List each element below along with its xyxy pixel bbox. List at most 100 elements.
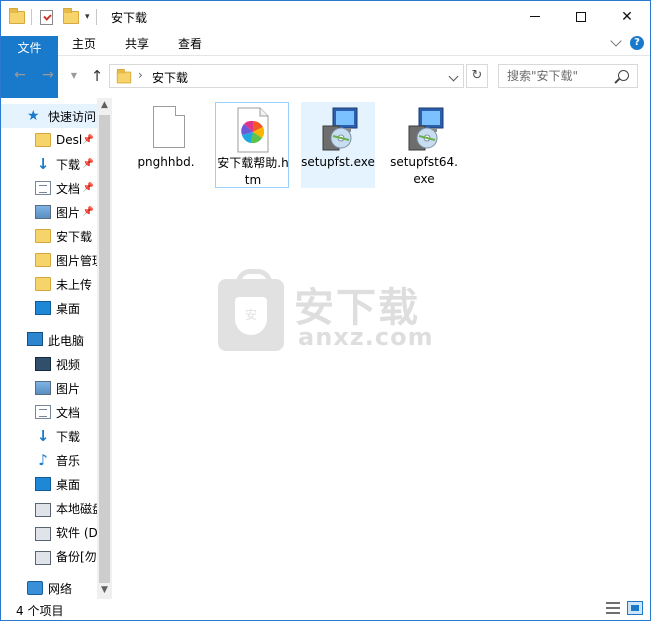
large-icons-view-icon[interactable] [627,601,643,615]
nav-item-desktop[interactable]: 桌面 [1,296,97,320]
nav-label: 桌面 [56,301,81,316]
drive-icon [35,551,51,565]
installer-icon [319,106,358,152]
nav-item-anxz[interactable]: 安下载 [1,224,97,248]
file-item-hovered[interactable]: setupfst.exe [301,102,375,188]
tab-share[interactable]: 共享 [114,32,160,56]
tab-view[interactable]: 查看 [167,32,213,56]
pin-icon: 📌 [82,183,94,193]
file-name: 安下载帮助.htm [217,156,289,187]
nav-item-pc-pictures[interactable]: 图片 [1,376,97,400]
minimize-button[interactable] [512,1,558,32]
nav-label: 本地磁盘 [56,501,97,516]
nav-item-pc-desktop[interactable]: 桌面 [1,472,97,496]
nav-label: 图片 [56,205,81,220]
folder-icon[interactable] [9,7,25,24]
nav-label: 安下载 [56,229,93,244]
nav-item-picture-manager[interactable]: 图片管理 [1,248,97,272]
music-icon: ♪ [38,451,48,469]
scrollbar-thumb[interactable] [99,115,110,583]
address-bar[interactable]: › 安下载 [109,64,464,88]
file-name: setupfst64.exe [390,155,458,186]
shield-icon: 安 [235,297,267,335]
nav-item-not-uploaded[interactable]: 未上传 [1,272,97,296]
nav-item-software-drive[interactable]: 软件 (D [1,520,97,544]
navigation-pane: ★ 快速访问 Desl 📌 ↓ 下载 📌 文档 📌 图片 📌 安下载 图片管 未… [1,98,112,599]
tab-home[interactable]: 主页 [61,32,107,56]
ribbon-tabs: 文件 主页 共享 查看 ? [1,32,650,122]
refresh-button[interactable]: ↻ [466,64,488,88]
customize-dropdown-icon[interactable]: ▾ [85,12,90,22]
nav-label: 文档 [56,181,81,196]
nav-label: 下载 [56,429,81,444]
nav-item-desktop-pinned[interactable]: Desl 📌 [1,128,97,152]
file-name: setupfst.exe [301,155,375,169]
video-icon [35,357,51,371]
nav-item-backup-drive[interactable]: 备份[勿 [1,544,97,568]
address-row: ← → ▼ ↑ › 安下载 ↻ [1,62,650,90]
file-name: pnghhbd. [137,155,195,169]
ribbon-controls: ? [610,35,644,50]
breadcrumb-chevron-icon[interactable]: › [138,68,143,82]
picture-icon [35,381,51,395]
status-bar: 4 个项目 [1,599,650,620]
breadcrumb[interactable]: 安下载 [152,69,188,86]
forward-arrow-icon[interactable]: → [39,67,57,83]
computer-icon [27,331,43,346]
nav-item-documents[interactable]: 文档 📌 [1,176,97,200]
help-icon[interactable]: ? [630,36,644,50]
back-arrow-icon[interactable]: ← [11,67,29,83]
up-arrow-icon[interactable]: ↑ [88,67,106,85]
folder-icon [116,68,132,84]
minimize-icon [530,16,540,17]
file-item[interactable]: pnghhbd. [129,102,203,188]
close-button[interactable]: ✕ [604,1,650,32]
download-icon: ↓ [36,155,50,173]
nav-label: 图片 [56,381,81,396]
nav-label: 此电脑 [48,333,85,348]
nav-scrollbar[interactable]: ▲ ▼ [97,98,112,599]
installer-icon [405,106,444,152]
nav-label: Desl [56,133,83,147]
file-item[interactable]: setupfst64.exe [387,102,461,188]
scroll-down-icon[interactable]: ▼ [97,583,112,598]
system-drive-icon [35,503,51,517]
watermark-domain: anxz.com [298,323,434,351]
scroll-up-icon[interactable]: ▲ [97,98,112,113]
address-dropdown-icon[interactable] [448,71,459,82]
nav-item-downloads[interactable]: ↓ 下载 📌 [1,152,97,176]
document-icon [35,405,51,419]
desktop-folder-icon [35,133,51,147]
search-icon[interactable] [618,70,629,81]
toolbar-divider [95,9,97,25]
properties-icon[interactable] [40,9,53,25]
nav-label: 桌面 [56,477,81,492]
nav-label: 备份[勿 [56,549,97,564]
folder-icon [35,277,51,291]
nav-item-pc-downloads[interactable]: ↓ 下载 [1,424,97,448]
file-item-selected[interactable]: 安下载帮助.htm [215,102,289,188]
nav-network[interactable]: 网络 [1,576,97,599]
star-icon: ★ [27,108,40,124]
nav-item-pc-documents[interactable]: 文档 [1,400,97,424]
nav-item-local-disk[interactable]: 本地磁盘 [1,496,97,520]
nav-item-pictures[interactable]: 图片 📌 [1,200,97,224]
expand-ribbon-icon[interactable] [610,35,622,47]
search-box[interactable] [498,64,638,88]
pin-icon: 📌 [82,135,94,145]
recent-locations-icon[interactable]: ▼ [65,71,83,80]
search-input[interactable] [507,69,617,83]
pin-icon: 📌 [82,159,94,169]
nav-label: 文档 [56,405,81,420]
shopping-bag-icon: 安 [218,269,284,351]
nav-quick-access[interactable]: ★ 快速访问 [1,104,97,128]
pin-icon: 📌 [82,207,94,217]
nav-item-music[interactable]: ♪ 音乐 [1,448,97,472]
quick-access-toolbar: ▾ [9,7,103,26]
maximize-button[interactable] [558,1,604,32]
new-folder-icon[interactable] [63,7,79,24]
details-view-icon[interactable] [606,602,620,614]
nav-item-videos[interactable]: 视频 [1,352,97,376]
refresh-icon: ↻ [471,68,483,83]
nav-this-pc[interactable]: 此电脑 [1,328,97,352]
